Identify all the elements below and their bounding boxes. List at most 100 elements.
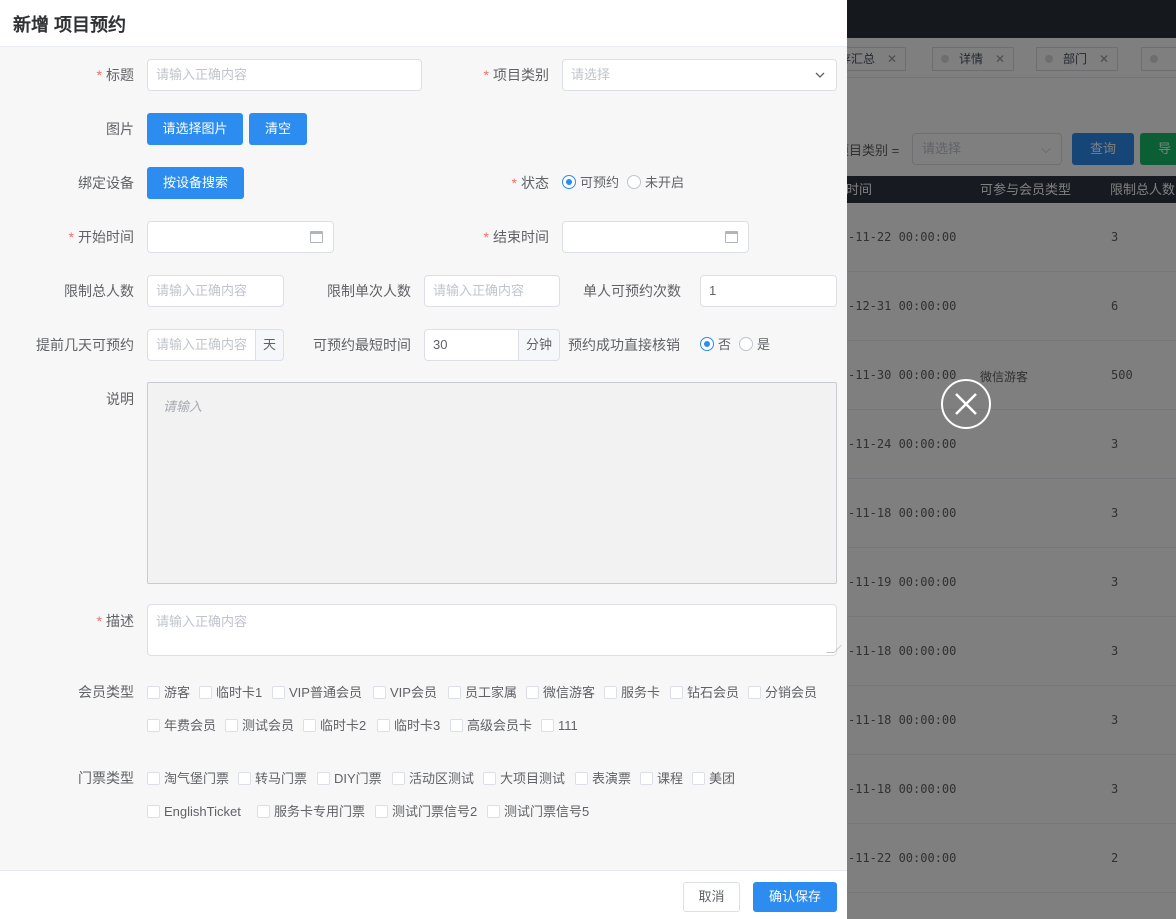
checkbox-box bbox=[392, 772, 405, 785]
checkbox-box bbox=[526, 686, 539, 699]
min-duration-label: 可预约最短时间 bbox=[313, 337, 411, 353]
member-type-checkbox[interactable]: 临时卡1 bbox=[199, 685, 262, 701]
checkbox-label: 测试门票信号5 bbox=[504, 804, 590, 819]
auto-verify-label: 预约成功直接核销 bbox=[568, 337, 680, 353]
radio-circle bbox=[700, 337, 714, 351]
checkbox-box bbox=[487, 805, 500, 818]
checkbox-label: 临时卡1 bbox=[216, 685, 263, 700]
start-time-picker[interactable] bbox=[147, 221, 334, 253]
ticket-type-checkbox[interactable]: 活动区测试 bbox=[392, 771, 474, 787]
member-type-checkbox[interactable]: 游客 bbox=[147, 685, 190, 701]
member-types-label: 会员类型 bbox=[78, 684, 134, 700]
drawer-close-button[interactable] bbox=[941, 379, 991, 429]
ticket-type-checkbox[interactable]: DIY门票 bbox=[317, 771, 382, 787]
checkbox-box bbox=[147, 686, 160, 699]
clear-image-button[interactable]: 清空 bbox=[249, 113, 307, 145]
radio-circle bbox=[627, 175, 641, 189]
end-time-label: * 结束时间 bbox=[484, 227, 549, 247]
checkbox-box bbox=[575, 772, 588, 785]
status-radio-available[interactable]: 可预约 bbox=[562, 175, 619, 191]
title-input[interactable]: 请输入正确内容 bbox=[147, 59, 422, 91]
checkbox-box bbox=[272, 686, 285, 699]
advance-days-placeholder: 请输入正确内容 bbox=[156, 337, 248, 352]
checkbox-box bbox=[225, 719, 238, 732]
checkbox-label: 课程 bbox=[657, 771, 684, 786]
description-label-text: 描述 bbox=[106, 613, 134, 629]
checkbox-label: 分销会员 bbox=[765, 685, 818, 700]
checkbox-box bbox=[147, 772, 160, 785]
member-type-checkbox[interactable]: 分销会员 bbox=[748, 685, 817, 701]
ticket-type-checkbox[interactable]: 测试门票信号5 bbox=[487, 804, 589, 820]
explain-editor[interactable]: 请输入 bbox=[147, 382, 837, 584]
end-time-picker[interactable] bbox=[562, 221, 749, 253]
member-type-checkbox[interactable]: VIP普通会员 bbox=[272, 685, 362, 701]
checkbox-label: EnglishTicket bbox=[164, 804, 241, 819]
required-mark: * bbox=[511, 175, 517, 191]
radio-label: 否 bbox=[718, 337, 732, 352]
ticket-type-checkbox[interactable]: 美团 bbox=[692, 771, 735, 787]
member-type-checkbox[interactable]: 微信游客 bbox=[526, 685, 595, 701]
member-type-checkbox[interactable]: 临时卡3 bbox=[377, 718, 440, 734]
image-label: 图片 bbox=[106, 121, 134, 137]
title-label: * 标题 bbox=[97, 65, 134, 85]
member-type-checkbox[interactable]: 年费会员 bbox=[147, 718, 216, 734]
member-type-checkbox[interactable]: 111 bbox=[541, 718, 578, 734]
member-type-checkbox[interactable]: 临时卡2 bbox=[303, 718, 366, 734]
checkbox-label: VIP普通会员 bbox=[289, 685, 362, 700]
limit-single-label: 限制单次人数 bbox=[327, 283, 411, 299]
ticket-type-checkbox[interactable]: 转马门票 bbox=[238, 771, 307, 787]
member-type-checkbox[interactable]: 钻石会员 bbox=[670, 685, 739, 701]
checkbox-label: 淘气堡门票 bbox=[164, 771, 230, 786]
ticket-type-checkbox[interactable]: 大项目测试 bbox=[483, 771, 565, 787]
start-time-label-text: 开始时间 bbox=[78, 229, 134, 245]
checkbox-box bbox=[317, 772, 330, 785]
description-textarea[interactable]: 请输入正确内容 bbox=[147, 604, 842, 656]
per-person-times-input[interactable]: 1 bbox=[700, 275, 837, 307]
search-device-button[interactable]: 按设备搜索 bbox=[147, 167, 244, 199]
member-type-checkbox[interactable]: 测试会员 bbox=[225, 718, 294, 734]
required-mark: * bbox=[483, 67, 489, 83]
choose-image-button[interactable]: 请选择图片 bbox=[147, 113, 243, 145]
cancel-button[interactable]: 取消 bbox=[683, 882, 740, 912]
drawer-header: 新增 项目预约 bbox=[0, 0, 847, 47]
ticket-type-checkbox[interactable]: 服务卡专用门票 bbox=[257, 804, 365, 820]
checkbox-box bbox=[748, 686, 761, 699]
add-reservation-drawer: 新增 项目预约 * 标题 请输入正确内容 * 项目类别 请选择 图片 请选择图片 清… bbox=[0, 0, 847, 919]
save-button[interactable]: 确认保存 bbox=[753, 882, 837, 912]
calendar-icon bbox=[310, 231, 323, 243]
min-duration-input[interactable]: 30 分钟 bbox=[424, 329, 560, 361]
checkbox-label: 转马门票 bbox=[255, 771, 308, 786]
checkbox-box bbox=[692, 772, 705, 785]
required-mark: * bbox=[483, 229, 489, 245]
checkbox-box bbox=[199, 686, 212, 699]
checkbox-box bbox=[377, 719, 390, 732]
category-label: * 项目类别 bbox=[484, 65, 549, 85]
category-select[interactable]: 请选择 bbox=[562, 59, 837, 91]
checkbox-label: 微信游客 bbox=[543, 685, 596, 700]
limit-total-input[interactable]: 请输入正确内容 bbox=[147, 275, 284, 307]
advance-days-suffix: 天 bbox=[255, 330, 283, 360]
calendar-icon bbox=[725, 231, 738, 243]
ticket-type-checkbox[interactable]: 测试门票信号2 bbox=[375, 804, 477, 820]
member-type-checkbox[interactable]: VIP会员 bbox=[373, 685, 437, 701]
ticket-type-checkbox[interactable]: EnglishTicket bbox=[147, 804, 241, 820]
auto-verify-radio-no[interactable]: 否 bbox=[700, 337, 731, 353]
checkbox-label: 临时卡2 bbox=[320, 718, 367, 733]
checkbox-label: 美团 bbox=[709, 771, 736, 786]
ticket-type-checkbox[interactable]: 课程 bbox=[640, 771, 683, 787]
ticket-type-checkbox[interactable]: 淘气堡门票 bbox=[147, 771, 229, 787]
status-radio-closed[interactable]: 未开启 bbox=[627, 175, 684, 191]
member-type-checkbox[interactable]: 高级会员卡 bbox=[450, 718, 532, 734]
member-type-checkbox[interactable]: 服务卡 bbox=[604, 685, 660, 701]
checkbox-label: 活动区测试 bbox=[409, 771, 475, 786]
advance-days-input[interactable]: 请输入正确内容天 bbox=[147, 329, 284, 361]
status-label: * 状态 bbox=[512, 173, 549, 193]
checkbox-label: 钻石会员 bbox=[687, 685, 740, 700]
auto-verify-radio-yes[interactable]: 是 bbox=[739, 337, 770, 353]
member-type-checkbox[interactable]: 员工家属 bbox=[448, 685, 517, 701]
checkbox-box bbox=[303, 719, 316, 732]
status-label-text: 状态 bbox=[521, 175, 549, 191]
ticket-type-checkbox[interactable]: 表演票 bbox=[575, 771, 631, 787]
title-label-text: 标题 bbox=[106, 67, 134, 83]
limit-single-input[interactable]: 请输入正确内容 bbox=[424, 275, 560, 307]
